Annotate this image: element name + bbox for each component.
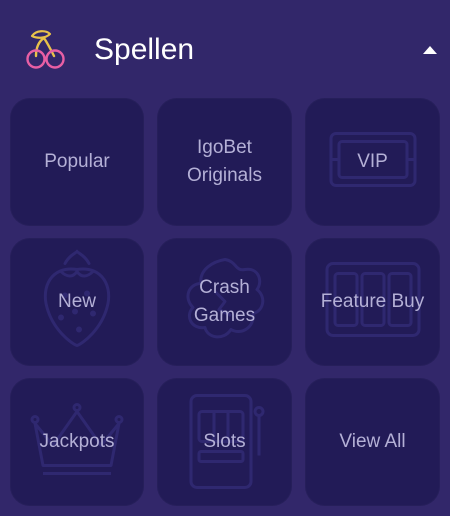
tile-label: View All	[339, 431, 406, 452]
category-tile-igobet-originals[interactable]: IgoBet Originals	[157, 98, 292, 226]
section-title: Spellen	[94, 33, 195, 66]
category-tile-view-all[interactable]: View All	[305, 378, 440, 506]
tile-label: Jackpots	[39, 431, 115, 452]
category-tile-popular[interactable]: Popular	[10, 98, 144, 226]
category-tile-new[interactable]: New	[10, 238, 144, 366]
tile-label: VIP	[357, 151, 388, 172]
category-grid: Popular IgoBet Originals VIP New Crash G…	[10, 98, 442, 506]
tile-label: Feature Buy	[320, 291, 425, 312]
games-section-header[interactable]: Spellen	[0, 0, 450, 98]
category-tile-slots[interactable]: Slots	[157, 378, 292, 506]
tile-label: Crash Games	[193, 277, 256, 326]
tile-label: New	[57, 291, 96, 312]
caret-up-icon[interactable]	[416, 40, 444, 60]
tile-label: Slots	[203, 431, 246, 452]
category-tile-feature-buy[interactable]: Feature Buy	[305, 238, 440, 366]
tile-label: Popular	[44, 151, 110, 172]
tile-label: IgoBet Originals	[187, 137, 262, 186]
category-tile-vip[interactable]: VIP	[305, 98, 440, 226]
category-tile-jackpots[interactable]: Jackpots	[10, 378, 144, 506]
category-tile-crash-games[interactable]: Crash Games	[157, 238, 292, 366]
cherries-icon	[24, 28, 68, 72]
